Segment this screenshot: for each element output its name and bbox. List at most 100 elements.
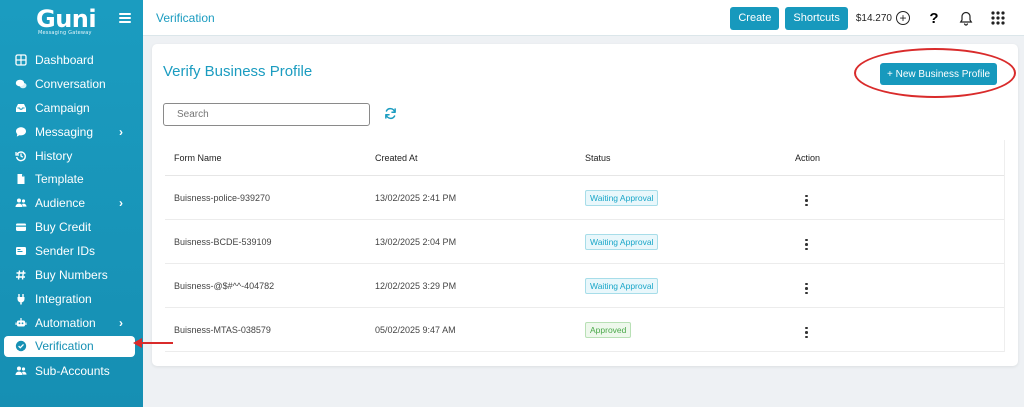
sidebar-item-label: Buy Credit bbox=[35, 220, 92, 235]
users-icon bbox=[14, 197, 27, 210]
robot-icon bbox=[14, 316, 27, 329]
logo-tagline: Messaging Gateway bbox=[38, 30, 92, 36]
logo-row: Guni Messaging Gateway bbox=[0, 0, 143, 38]
new-business-profile-button[interactable]: + New Business Profile bbox=[880, 63, 998, 85]
table-row: Buisness-BCDE-539109 13/02/2025 2:04 PM Wa… bbox=[165, 220, 1004, 264]
refresh-icon[interactable] bbox=[384, 107, 397, 120]
sidebar-item-messaging[interactable]: Messaging › bbox=[0, 120, 143, 144]
sidebar-item-campaign[interactable]: Campaign bbox=[0, 96, 143, 120]
sidebar-item-sender-ids[interactable]: Sender IDs bbox=[0, 239, 143, 263]
balance-display: $14.270 + bbox=[856, 11, 910, 25]
plug-icon bbox=[14, 292, 27, 305]
annotation-arrow bbox=[133, 338, 173, 348]
sidebar-item-verification[interactable]: Verification bbox=[4, 335, 135, 357]
action-cell bbox=[795, 233, 895, 250]
sidebar-item-dashboard[interactable]: Dashboard bbox=[0, 48, 143, 72]
table-row: Buisness-MTAS-038579 05/02/2025 9:47 AM Ap… bbox=[165, 308, 1004, 352]
table-body: Buisness-police-939270 13/02/2025 2:41 PM… bbox=[165, 176, 1004, 352]
chevron-right-icon: › bbox=[119, 196, 123, 211]
sidebar-item-label: Conversation bbox=[35, 76, 106, 91]
form-name-cell: Buisness-MTAS-038579 bbox=[174, 324, 271, 335]
action-cell bbox=[795, 277, 895, 294]
action-cell bbox=[795, 321, 895, 338]
sidebar-item-automation[interactable]: Automation › bbox=[0, 311, 143, 335]
sidebar-item-label: History bbox=[35, 148, 73, 163]
table-row: Buisness-@$#^^-404782 12/02/2025 3:29 PM W… bbox=[165, 264, 1004, 308]
status-badge: Waiting Approval bbox=[585, 277, 659, 294]
card-title: Verify Business Profile bbox=[163, 63, 313, 80]
more-options-icon[interactable] bbox=[805, 238, 808, 250]
header-action: Action bbox=[795, 152, 821, 163]
history-icon bbox=[14, 149, 27, 162]
chevron-right-icon: › bbox=[119, 315, 123, 330]
sidebar-item-label: Template bbox=[35, 172, 84, 187]
created-at-cell: 13/02/2025 2:04 PM bbox=[375, 236, 457, 247]
sidebar-item-label: Sender IDs bbox=[35, 244, 96, 259]
sidebar-item-label: Verification bbox=[35, 339, 94, 354]
header-created-at[interactable]: Created At bbox=[375, 153, 585, 163]
search-input[interactable] bbox=[163, 103, 370, 126]
sidebar-item-label: Sub-Accounts bbox=[35, 363, 110, 378]
verify-profile-card: Verify Business Profile + New Business P… bbox=[152, 44, 1018, 366]
sidebar-item-label: Messaging bbox=[35, 124, 94, 139]
sidebar-item-history[interactable]: History bbox=[0, 144, 143, 168]
inbox-icon bbox=[14, 101, 27, 114]
created-at-cell: 05/02/2025 9:47 AM bbox=[375, 324, 456, 335]
more-options-icon[interactable] bbox=[805, 282, 808, 294]
sidebar-nav: Dashboard Conversation Campaign Messaging › H… bbox=[0, 48, 143, 383]
chat-icon bbox=[14, 77, 27, 90]
sidebar-item-label: Buy Numbers bbox=[35, 267, 108, 282]
status-badge: Approved bbox=[585, 321, 632, 338]
grid-icon bbox=[14, 53, 27, 66]
form-name-cell: Buisness-@$#^^-404782 bbox=[174, 280, 275, 291]
sidebar-item-audience[interactable]: Audience › bbox=[0, 191, 143, 215]
sidebar: Guni Messaging Gateway Dashboard Conversa… bbox=[0, 0, 143, 407]
sidebar-item-template[interactable]: Template bbox=[0, 167, 143, 191]
more-options-icon[interactable] bbox=[805, 194, 808, 206]
sidebar-item-label: Audience bbox=[35, 196, 86, 211]
create-button[interactable]: Create bbox=[730, 6, 780, 30]
sidebar-item-label: Campaign bbox=[35, 100, 90, 115]
sidebar-item-buy-numbers[interactable]: Buy Numbers bbox=[0, 263, 143, 287]
action-cell bbox=[795, 189, 895, 206]
sidebar-item-buy-credit[interactable]: Buy Credit bbox=[0, 215, 143, 239]
logo[interactable]: Guni Messaging Gateway bbox=[36, 5, 97, 36]
sidebar-item-label: Dashboard bbox=[35, 52, 94, 67]
sidebar-item-label: Automation bbox=[35, 315, 96, 330]
status-cell: Waiting Approval bbox=[585, 233, 795, 250]
form-name-cell: Buisness-police-939270 bbox=[174, 192, 271, 203]
table-header: Form Name Created At Status Action bbox=[165, 140, 1004, 176]
sidebar-item-conversation[interactable]: Conversation bbox=[0, 72, 143, 96]
balance-amount: $14.270 bbox=[855, 12, 892, 24]
logo-text: Guni bbox=[36, 5, 97, 33]
status-badge: Waiting Approval bbox=[585, 189, 659, 206]
created-at-cell: 13/02/2025 2:41 PM bbox=[375, 192, 457, 203]
apps-grid-icon[interactable] bbox=[982, 11, 1014, 25]
check-circle-icon bbox=[14, 340, 27, 353]
shortcuts-button[interactable]: Shortcuts bbox=[785, 6, 848, 30]
id-card-icon bbox=[14, 245, 27, 258]
document-icon bbox=[14, 173, 27, 186]
hamburger-menu-icon[interactable] bbox=[119, 12, 131, 24]
status-cell: Approved bbox=[585, 321, 795, 338]
chevron-right-icon: › bbox=[119, 124, 123, 139]
topbar: Verification Create Shortcuts $14.270 + … bbox=[143, 0, 1024, 36]
status-cell: Waiting Approval bbox=[585, 277, 795, 294]
status-cell: Waiting Approval bbox=[585, 189, 795, 206]
header-form-name[interactable]: Form Name bbox=[165, 153, 375, 163]
wallet-icon bbox=[14, 221, 27, 234]
header-status[interactable]: Status bbox=[585, 153, 795, 163]
created-at-cell: 12/02/2025 3:29 PM bbox=[375, 280, 457, 291]
bell-icon[interactable] bbox=[950, 11, 982, 26]
help-icon[interactable]: ? bbox=[918, 10, 950, 27]
table-row: Buisness-police-939270 13/02/2025 2:41 PM… bbox=[165, 176, 1004, 220]
sidebar-item-label: Integration bbox=[35, 291, 92, 306]
sidebar-item-integration[interactable]: Integration bbox=[0, 287, 143, 311]
profiles-table: Form Name Created At Status Action Buisn… bbox=[165, 140, 1005, 352]
add-credit-icon[interactable]: + bbox=[896, 11, 910, 25]
status-badge: Waiting Approval bbox=[585, 233, 659, 250]
hash-icon bbox=[14, 268, 27, 281]
sidebar-item-sub-accounts[interactable]: Sub-Accounts bbox=[0, 359, 143, 383]
message-icon bbox=[14, 125, 27, 138]
more-options-icon[interactable] bbox=[805, 326, 808, 338]
